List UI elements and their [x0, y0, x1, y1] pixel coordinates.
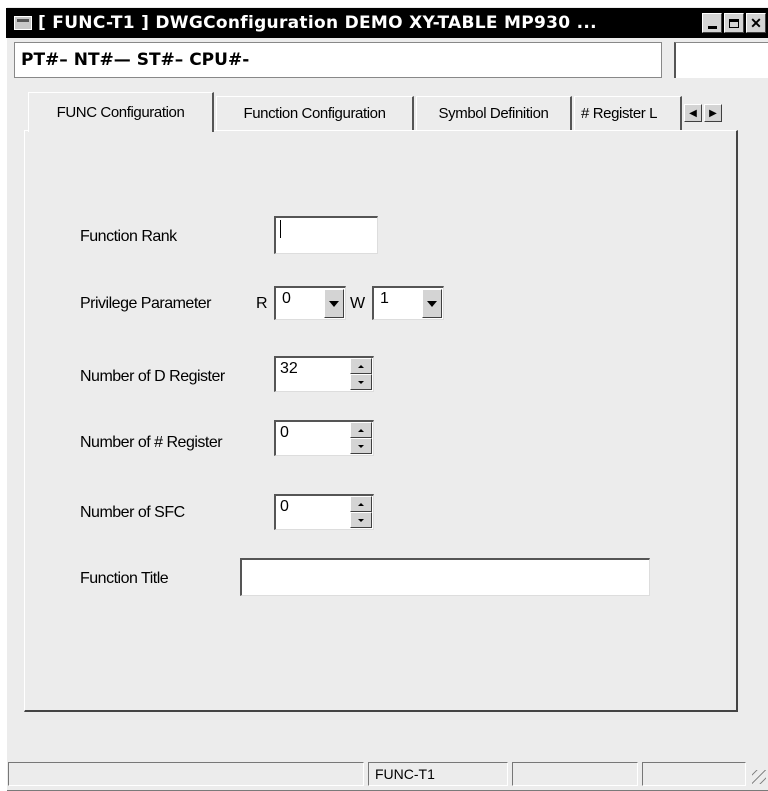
tab-label: FUNC Configuration — [56, 104, 185, 121]
sfc-spinner[interactable] — [350, 496, 372, 528]
tab-register-list[interactable]: # Register L — [574, 96, 682, 130]
tab-function-configuration[interactable]: Function Configuration — [216, 96, 414, 130]
hash-register-value: 0 — [280, 424, 289, 441]
function-rank-label: Function Rank — [80, 228, 177, 245]
arrow-up-icon — [358, 364, 364, 368]
window-menu-icon[interactable] — [14, 16, 32, 30]
arrow-left-icon: ◀ — [689, 107, 697, 119]
status-pane-1 — [8, 762, 364, 786]
privilege-w-select[interactable]: 1 — [372, 286, 444, 320]
function-title-label: Function Title — [80, 570, 169, 587]
status-pane-4 — [642, 762, 746, 786]
privilege-r-value: 0 — [282, 290, 291, 307]
tab-symbol-definition[interactable]: Symbol Definition — [416, 96, 572, 130]
d-register-spinner[interactable] — [350, 358, 372, 390]
func-configuration-panel — [24, 130, 738, 712]
maximize-button[interactable] — [724, 13, 744, 33]
privilege-w-value: 1 — [380, 290, 389, 307]
minimize-icon — [707, 25, 717, 29]
function-title-input[interactable] — [240, 558, 650, 596]
arrow-down-icon — [358, 444, 364, 448]
spin-down-button[interactable] — [350, 512, 372, 528]
hash-register-spinner[interactable] — [350, 422, 372, 454]
tab-func-configuration[interactable]: FUNC Configuration — [28, 92, 214, 132]
spin-down-button[interactable] — [350, 374, 372, 390]
status-bar: FUNC-T1 — [8, 762, 768, 786]
hash-register-label: Number of # Register — [80, 434, 223, 451]
maximize-icon — [729, 18, 739, 28]
window-title: [ FUNC-T1 ] DWGConfiguration DEMO XY-TAB… — [38, 13, 597, 33]
arrow-right-icon: ▶ — [709, 107, 717, 119]
tab-scroll-right-button[interactable]: ▶ — [704, 104, 722, 122]
tab-label: # Register L — [581, 105, 658, 122]
privilege-w-label: W — [350, 295, 365, 312]
close-button[interactable]: ✕ — [746, 13, 766, 33]
minimize-button[interactable] — [702, 13, 722, 33]
sfc-label: Number of SFC — [80, 504, 185, 521]
d-register-value: 32 — [280, 360, 298, 377]
status-pane-drawing: FUNC-T1 — [368, 762, 508, 786]
privilege-parameter-label: Privilege Parameter — [80, 295, 212, 312]
info-bar-side-field — [674, 42, 768, 78]
tab-label: Function Configuration — [243, 105, 386, 122]
sfc-value: 0 — [280, 498, 289, 515]
d-register-label: Number of D Register — [80, 368, 225, 385]
privilege-r-label: R — [256, 295, 268, 312]
arrow-up-icon — [358, 502, 364, 506]
privilege-r-dropdown-button[interactable] — [324, 289, 344, 318]
spin-up-button[interactable] — [350, 358, 372, 374]
text-caret — [280, 220, 281, 238]
spin-up-button[interactable] — [350, 496, 372, 512]
spin-up-button[interactable] — [350, 422, 372, 438]
chevron-down-icon — [329, 300, 339, 307]
privilege-r-select[interactable]: 0 — [274, 286, 346, 320]
title-bar[interactable]: [ FUNC-T1 ] DWGConfiguration DEMO XY-TAB… — [6, 8, 768, 38]
tab-scroll-left-button[interactable]: ◀ — [684, 104, 702, 122]
arrow-down-icon — [358, 518, 364, 522]
resize-grip-icon[interactable] — [752, 770, 766, 784]
status-pane-3 — [512, 762, 638, 786]
arrow-up-icon — [358, 428, 364, 432]
function-rank-input[interactable] — [274, 216, 378, 254]
privilege-w-dropdown-button[interactable] — [422, 289, 442, 318]
tab-label: Symbol Definition — [438, 105, 549, 122]
arrow-down-icon — [358, 380, 364, 384]
spin-down-button[interactable] — [350, 438, 372, 454]
close-icon: ✕ — [750, 15, 762, 31]
station-info-bar: PT#– NT#— ST#– CPU#- — [14, 42, 662, 78]
station-info-text: PT#– NT#— ST#– CPU#- — [21, 50, 250, 70]
chevron-down-icon — [427, 300, 437, 307]
